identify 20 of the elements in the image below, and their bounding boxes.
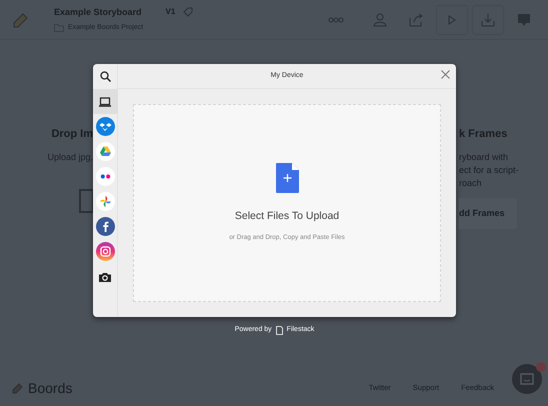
close-icon[interactable] [441,70,450,79]
add-frames-button[interactable]: dd Frames [459,198,517,229]
chat-icon [520,373,534,385]
instagram-icon[interactable] [93,239,118,264]
file-plus-icon [276,163,298,194]
notification-dot [536,362,546,372]
facebook-icon[interactable] [93,214,118,239]
document-icon [276,326,283,335]
pencil-icon [12,382,24,394]
pinwheel-icon[interactable] [93,189,118,214]
two-dots-icon[interactable] [93,164,118,189]
pencil-icon [12,10,30,28]
drive-icon[interactable] [93,139,118,164]
laptop-icon[interactable] [93,89,118,114]
image-icon [79,188,93,214]
upload-title: Select Files To Upload [234,209,340,224]
play-icon [448,14,456,24]
dropbox-icon[interactable] [93,114,118,139]
download-icon [480,12,496,28]
tag-icon [183,7,194,18]
